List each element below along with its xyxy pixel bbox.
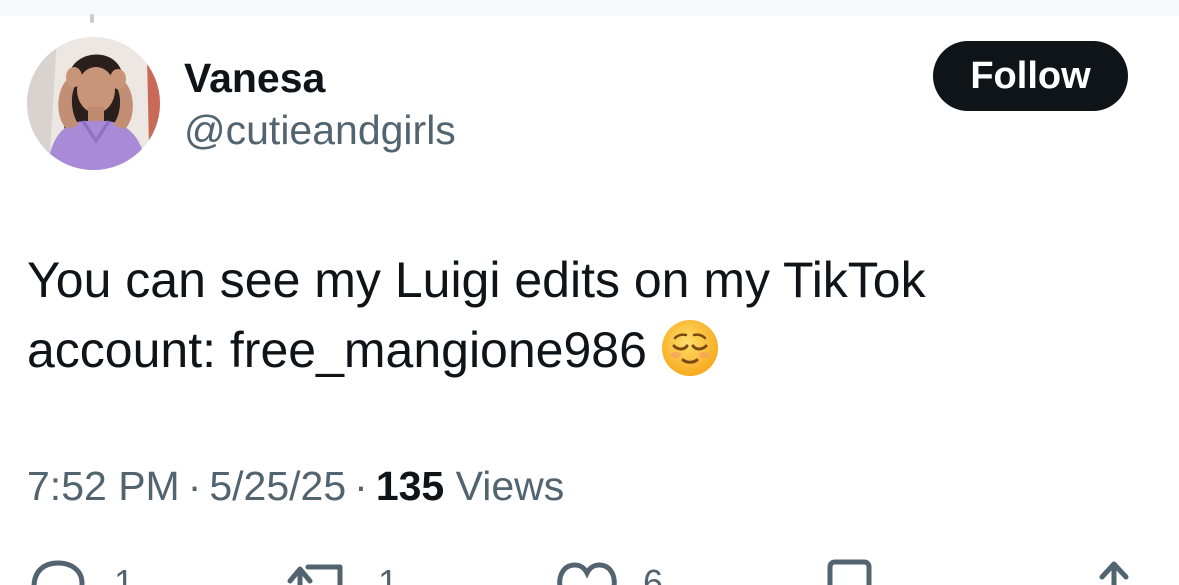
share-button[interactable] bbox=[1094, 555, 1134, 585]
retweet-count: 1 bbox=[378, 562, 399, 585]
reply-icon bbox=[31, 560, 85, 585]
tweet-date[interactable]: 5/25/25 bbox=[209, 463, 346, 509]
tweet-meta: 7:52 PM · 5/25/25 · 135 Views bbox=[27, 460, 564, 512]
action-bar: 1 1 6 bbox=[0, 555, 1179, 585]
view-count: 135 bbox=[375, 463, 445, 509]
tweet-time[interactable]: 7:52 PM bbox=[27, 463, 180, 509]
user-handle[interactable]: @cutieandgirls bbox=[184, 106, 456, 154]
bookmark-icon bbox=[827, 559, 872, 585]
meta-separator: · bbox=[187, 463, 202, 509]
retweet-icon bbox=[287, 564, 343, 585]
tweet-text: You can see my Luigi edits on my TikTok … bbox=[27, 245, 1147, 395]
scroll-indicator bbox=[90, 14, 94, 23]
heart-icon bbox=[557, 562, 617, 585]
like-button[interactable]: 6 bbox=[555, 555, 685, 585]
display-name[interactable]: Vanesa bbox=[184, 54, 325, 102]
top-bar bbox=[0, 0, 1179, 16]
retweet-button[interactable]: 1 bbox=[286, 555, 416, 585]
bookmark-button[interactable] bbox=[826, 555, 876, 585]
share-icon bbox=[1099, 561, 1129, 585]
meta-separator: · bbox=[354, 463, 368, 509]
reply-count: 1 bbox=[114, 562, 135, 585]
tweet-text-line-1: You can see my Luigi edits on my TikTok bbox=[27, 252, 926, 308]
follow-button[interactable]: Follow bbox=[933, 41, 1128, 111]
tweet-text-line-2-content: account: free_mangione986 bbox=[27, 322, 647, 378]
like-count: 6 bbox=[643, 562, 664, 585]
avatar[interactable] bbox=[27, 37, 160, 170]
tweet-text-line-2: account: free_mangione986 bbox=[27, 315, 1147, 395]
views-label: Views bbox=[455, 463, 565, 509]
relieved-face-emoji-icon bbox=[661, 319, 719, 395]
reply-button[interactable]: 1 bbox=[28, 555, 148, 585]
tweet-page: Vanesa @cutieandgirls Follow You can see… bbox=[0, 0, 1179, 585]
